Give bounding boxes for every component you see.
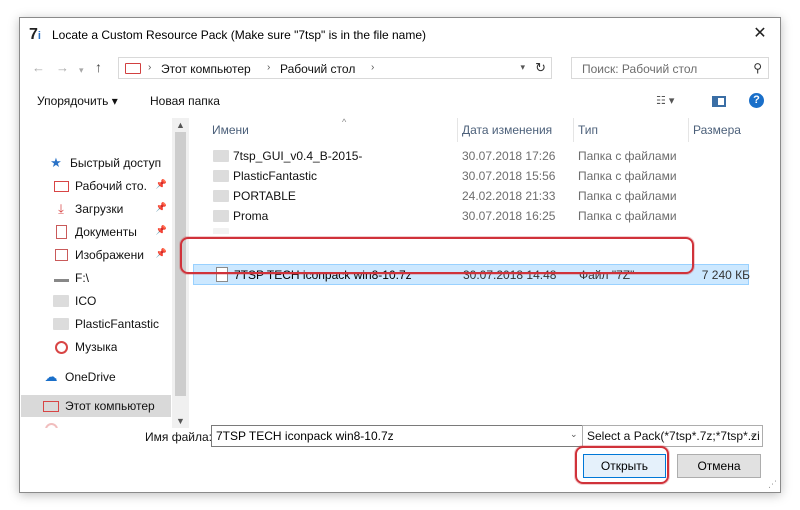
title-bar: 7i Locate a Custom Resource Pack (Make s… bbox=[20, 18, 780, 52]
nav-item-music[interactable]: Музыка bbox=[21, 336, 171, 358]
nav-item-pictures[interactable]: Изображени 📌 bbox=[21, 244, 171, 266]
chevron-right-icon[interactable]: › bbox=[148, 62, 151, 73]
recent-locations-icon[interactable]: ▾ bbox=[79, 63, 84, 77]
folder-icon bbox=[53, 318, 69, 330]
address-dropdown-icon[interactable]: ▾ bbox=[520, 62, 525, 73]
nav-item-ico[interactable]: ICO bbox=[21, 290, 171, 312]
app-logo-icon: 7i bbox=[29, 26, 41, 43]
column-header-name[interactable]: Имени ^ bbox=[212, 118, 346, 142]
filename-dropdown-icon[interactable]: ⌄ bbox=[570, 429, 578, 440]
highlight-open-button bbox=[575, 446, 669, 484]
folder-icon bbox=[213, 228, 229, 234]
navigation-pane: ★ Быстрый доступ Рабочий сто. 📌 ⤓ Загруз… bbox=[21, 118, 171, 428]
highlight-selected-file bbox=[180, 237, 694, 274]
folder-icon bbox=[53, 295, 69, 307]
chevron-right-icon[interactable]: › bbox=[267, 62, 270, 73]
sort-up-icon: ^ bbox=[342, 118, 347, 127]
breadcrumb-this-pc[interactable]: Этот компьютер bbox=[161, 62, 251, 76]
file-row[interactable]: Proma 30.07.2018 16:25 Папка с файлами bbox=[193, 206, 749, 226]
resize-grip-icon[interactable]: ⋰ bbox=[768, 479, 777, 490]
scroll-down-icon[interactable]: ▼ bbox=[176, 416, 185, 426]
pictures-icon bbox=[54, 249, 68, 261]
search-placeholder: Поиск: Рабочий стол bbox=[582, 62, 698, 76]
pin-icon: 📌 bbox=[155, 179, 167, 189]
back-arrow-icon[interactable]: ← bbox=[32, 61, 45, 75]
nav-item-this-pc[interactable]: Этот компьютер bbox=[21, 395, 171, 417]
pin-icon: 📌 bbox=[155, 225, 167, 235]
organize-button[interactable]: Упорядочить ▾ bbox=[37, 94, 118, 108]
search-icon[interactable]: ⚲ bbox=[753, 61, 762, 75]
star-icon: ★ bbox=[50, 155, 62, 170]
filename-input[interactable] bbox=[211, 425, 588, 447]
column-separator[interactable] bbox=[688, 118, 689, 142]
address-bar[interactable]: › Этот компьютер › Рабочий стол › ▾ ↻ bbox=[118, 57, 552, 79]
breadcrumb-desktop[interactable]: Рабочий стол bbox=[280, 62, 355, 76]
forward-arrow-icon[interactable]: → bbox=[56, 61, 69, 75]
pin-icon: 📌 bbox=[155, 248, 167, 258]
refresh-icon[interactable]: ↻ bbox=[535, 60, 546, 76]
column-separator[interactable] bbox=[573, 118, 574, 142]
chevron-down-icon[interactable]: ⌄ bbox=[749, 429, 757, 440]
filename-label: Имя файла: bbox=[145, 430, 212, 444]
nav-item-onedrive[interactable]: ☁ OneDrive bbox=[21, 366, 171, 388]
nav-item-drive-f[interactable]: F:\ bbox=[21, 267, 171, 289]
toolbar: Упорядочить ▾ Новая папка ☷ ▾ ? bbox=[20, 88, 780, 114]
scroll-up-icon[interactable]: ▲ bbox=[176, 120, 185, 130]
address-row: ← → ▾ ↑ › Этот компьютер › Рабочий стол … bbox=[20, 54, 780, 84]
desktop-icon bbox=[53, 180, 69, 192]
new-folder-button[interactable]: Новая папка bbox=[150, 94, 220, 108]
nav-item-documents[interactable]: Документы 📌 bbox=[21, 221, 171, 243]
nav-item-downloads[interactable]: ⤓ Загрузки 📌 bbox=[21, 198, 171, 220]
documents-icon bbox=[55, 225, 67, 239]
folder-icon bbox=[213, 190, 229, 202]
search-input[interactable]: Поиск: Рабочий стол ⚲ bbox=[571, 57, 769, 79]
nav-item-quick-access[interactable]: ★ Быстрый доступ bbox=[21, 152, 171, 174]
close-icon: ✕ bbox=[753, 25, 767, 42]
close-button[interactable]: ✕ bbox=[740, 18, 780, 48]
column-header-size[interactable]: Размера bbox=[693, 118, 741, 142]
up-arrow-icon[interactable]: ↑ bbox=[95, 60, 102, 74]
chevron-right-icon[interactable]: › bbox=[371, 62, 374, 73]
view-options-icon[interactable]: ☷ ▾ bbox=[656, 94, 674, 107]
drive-icon bbox=[53, 274, 69, 282]
folder-icon bbox=[213, 150, 229, 162]
help-icon[interactable]: ? bbox=[749, 93, 764, 108]
preview-pane-icon[interactable] bbox=[712, 96, 726, 107]
nav-item-desktop[interactable]: Рабочий сто. 📌 bbox=[21, 175, 171, 197]
column-header-type[interactable]: Тип bbox=[578, 118, 598, 142]
folder-icon bbox=[213, 210, 229, 222]
file-row-partial[interactable] bbox=[193, 224, 749, 234]
onedrive-icon: ☁ bbox=[44, 369, 58, 384]
file-row[interactable]: PlasticFantastic 30.07.2018 15:56 Папка … bbox=[193, 166, 749, 186]
folder-icon bbox=[213, 170, 229, 182]
cancel-button[interactable]: Отмена bbox=[677, 454, 761, 478]
music-icon bbox=[54, 340, 68, 354]
pin-icon: 📌 bbox=[155, 202, 167, 212]
network-icon bbox=[44, 422, 58, 428]
column-header-date[interactable]: Дата изменения bbox=[462, 118, 552, 142]
file-type-select[interactable]: Select a Pack(*7tsp*.7z;*7tsp*.zi bbox=[582, 425, 763, 447]
window-title: Locate a Custom Resource Pack (Make sure… bbox=[52, 28, 427, 42]
computer-icon bbox=[125, 63, 141, 74]
nav-item-plasticfantastic[interactable]: PlasticFantastic bbox=[21, 313, 171, 335]
nav-item-network-partial[interactable] bbox=[21, 418, 171, 428]
column-separator[interactable] bbox=[457, 118, 458, 142]
file-row[interactable]: 7tsp_GUI_v0.4_B-2015- 30.07.2018 17:26 П… bbox=[193, 146, 749, 166]
file-row[interactable]: PORTABLE 24.02.2018 21:33 Папка с файлам… bbox=[193, 186, 749, 206]
download-icon: ⤓ bbox=[58, 201, 64, 216]
computer-icon bbox=[43, 400, 59, 412]
